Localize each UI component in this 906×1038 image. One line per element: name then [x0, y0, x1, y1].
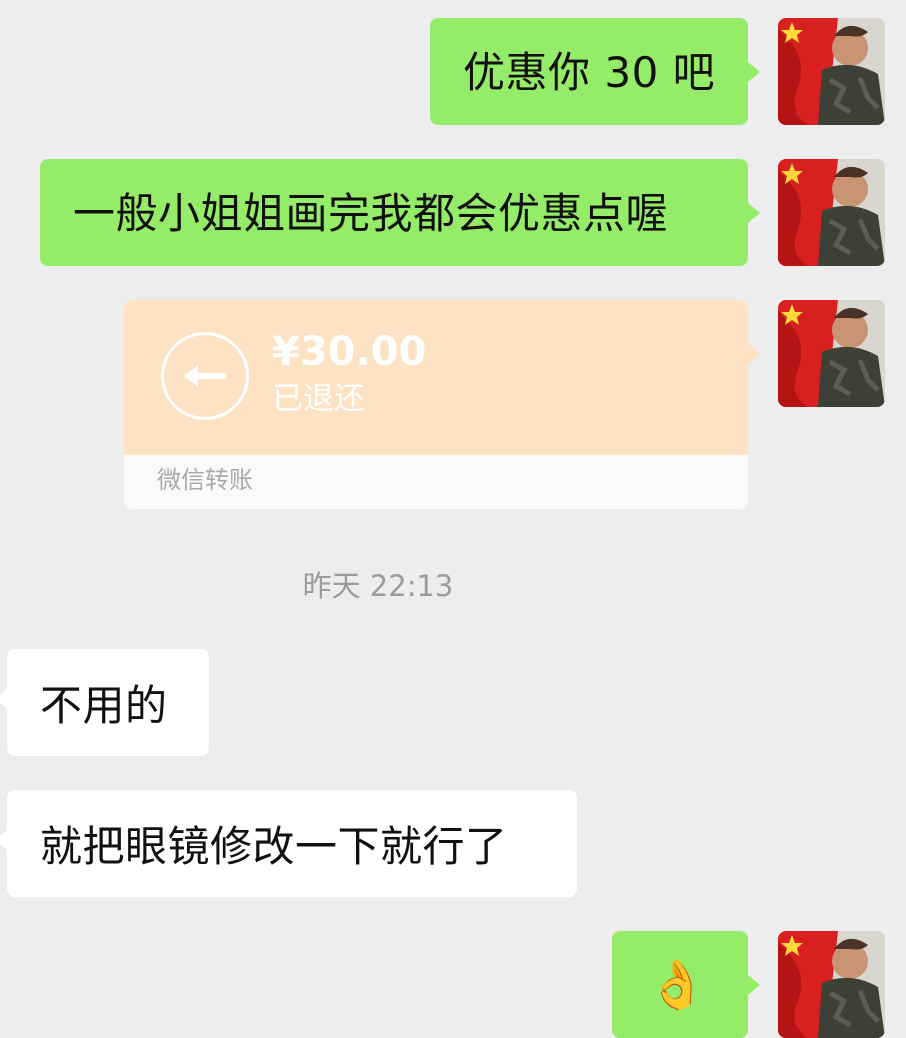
message-timestamp: 昨天 22:13	[302, 569, 454, 603]
transfer-card[interactable]: ¥30.00 已退还 微信转账	[124, 300, 760, 509]
transfer-status: 已退还	[272, 381, 365, 417]
message-bubble-incoming[interactable]: 就把眼镜修改一下就行了	[0, 790, 577, 897]
return-arrow-icon	[161, 332, 249, 420]
message-bubble-outgoing[interactable]: 优惠你 30 吧	[430, 18, 760, 125]
bubble-tail	[0, 689, 7, 709]
message-text: 一般小姐姐画完我都会优惠点喔	[73, 189, 669, 238]
transfer-footer-label: 微信转账	[157, 466, 253, 494]
bubble-tail	[0, 830, 7, 850]
avatar[interactable]	[778, 300, 885, 407]
avatar[interactable]	[778, 159, 885, 266]
message-bubble-incoming[interactable]: 不用的	[0, 649, 209, 756]
ok-hand-emoji: 👌	[647, 957, 708, 1013]
bubble-tail	[748, 62, 760, 82]
message-text: 不用的	[40, 681, 168, 730]
transfer-amount: ¥30.00	[272, 329, 427, 375]
bubble-tail	[748, 975, 760, 995]
avatar[interactable]	[778, 18, 885, 125]
message-bubble-outgoing[interactable]: 👌	[612, 931, 760, 1038]
avatar[interactable]	[778, 931, 885, 1038]
transfer-card-header: ¥30.00 已退还	[124, 300, 748, 455]
message-text: 优惠你 30 吧	[463, 48, 716, 97]
message-bubble-outgoing[interactable]: 一般小姐姐画完我都会优惠点喔	[40, 159, 760, 266]
message-text: 就把眼镜修改一下就行了	[40, 822, 508, 871]
bubble-tail	[748, 344, 760, 364]
bubble-tail	[748, 203, 760, 223]
